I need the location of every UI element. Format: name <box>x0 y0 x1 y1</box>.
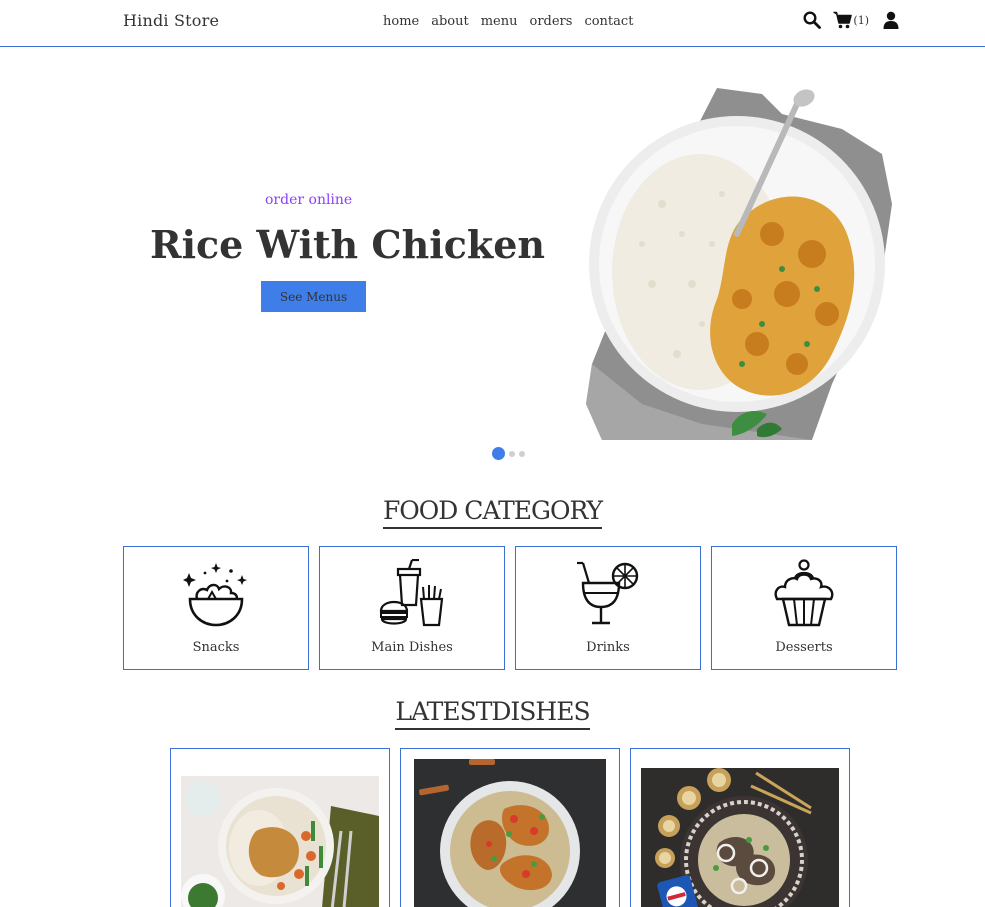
snacks-bowl-icon <box>183 563 247 627</box>
slider-dot-3[interactable] <box>519 450 525 457</box>
food-category-title: FOOD CATEGORY <box>0 496 985 529</box>
top-navbar: Hindi Store home about menu orders conta… <box>0 0 985 47</box>
category-list: Snacks Main Dishes Drinks Desserts <box>123 546 907 670</box>
burger-fries-icon <box>379 559 444 627</box>
dish-image <box>181 776 379 907</box>
nav-contact[interactable]: contact <box>584 14 633 29</box>
brand-logo[interactable]: Hindi Store <box>123 11 219 30</box>
cupcake-icon <box>774 559 834 627</box>
category-label: Desserts <box>775 640 833 655</box>
nav-menu[interactable]: menu <box>481 14 518 29</box>
slider-dots <box>492 447 529 460</box>
category-label: Snacks <box>192 640 240 655</box>
category-card-drinks[interactable]: Drinks <box>515 546 701 670</box>
dish-card[interactable] <box>400 748 620 907</box>
search-icon[interactable] <box>803 11 822 29</box>
hero-title: Rice With Chicken <box>150 222 545 267</box>
rice-chicken-plate-image <box>586 88 892 440</box>
hero-slider: order online Rice With Chicken See Menus <box>0 48 985 468</box>
header-actions: (1) <box>803 11 899 29</box>
see-menus-button[interactable]: See Menus <box>261 281 366 312</box>
slider-dot-1[interactable] <box>492 447 505 460</box>
dish-image <box>641 768 839 907</box>
nav-home[interactable]: home <box>383 14 419 29</box>
hero-subtitle: order online <box>265 192 353 208</box>
user-icon[interactable] <box>883 11 899 29</box>
dish-card[interactable] <box>630 748 850 907</box>
latest-dishes-list <box>170 748 860 907</box>
category-card-snacks[interactable]: Snacks <box>123 546 309 670</box>
category-label: Main Dishes <box>371 640 453 655</box>
main-nav: home about menu orders contact <box>383 14 645 29</box>
cart-icon[interactable] <box>833 11 853 29</box>
cart-count-badge: (1) <box>853 13 869 27</box>
dish-image <box>414 759 606 907</box>
nav-about[interactable]: about <box>431 14 469 29</box>
slider-dot-2[interactable] <box>509 450 515 457</box>
category-card-desserts[interactable]: Desserts <box>711 546 897 670</box>
category-card-main-dishes[interactable]: Main Dishes <box>319 546 505 670</box>
category-label: Drinks <box>586 640 630 655</box>
dish-card[interactable] <box>170 748 390 907</box>
cocktail-icon <box>577 561 639 625</box>
nav-orders[interactable]: orders <box>530 14 573 29</box>
latest-dishes-title: LATESTDISHES <box>0 697 985 730</box>
